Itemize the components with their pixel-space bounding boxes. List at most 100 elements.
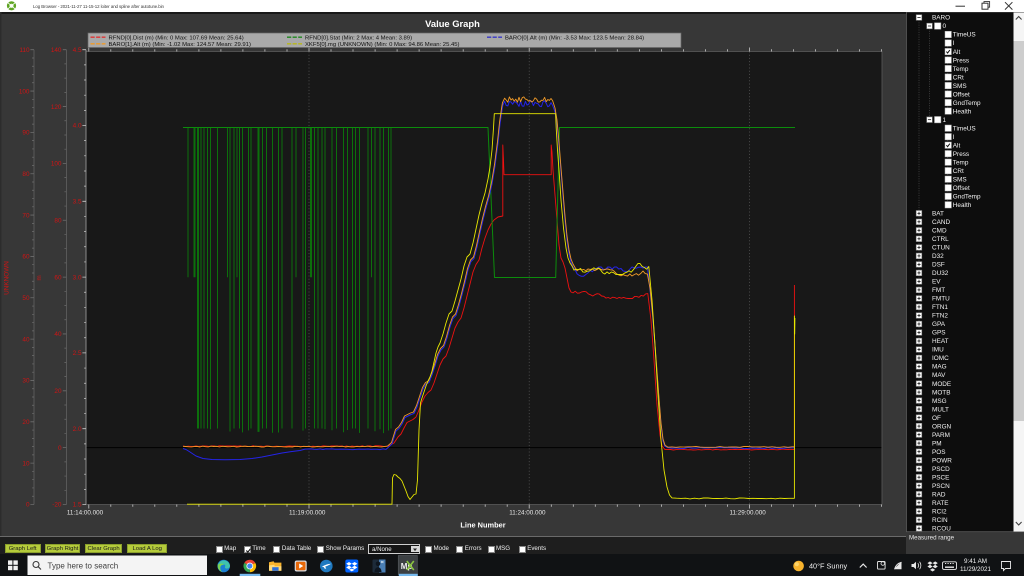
svg-text:CAND: CAND [932, 219, 950, 226]
svg-text:FTN2: FTN2 [932, 313, 948, 320]
svg-text:100: 100 [51, 161, 62, 168]
svg-text:MSG: MSG [932, 398, 947, 405]
svg-text:m: m [36, 275, 43, 280]
svg-text:Type here to search: Type here to search [48, 561, 119, 570]
svg-text:Temp: Temp [953, 159, 969, 166]
svg-text:0: 0 [26, 502, 30, 509]
svg-text:Health: Health [953, 202, 972, 209]
svg-text:BARO: BARO [932, 15, 950, 22]
svg-text:MAV: MAV [932, 372, 946, 379]
svg-text:PSCE: PSCE [932, 474, 949, 481]
svg-text:CTRL: CTRL [932, 236, 949, 243]
svg-text:11:24:00.000: 11:24:00.000 [509, 510, 546, 517]
svg-text:40: 40 [54, 331, 62, 338]
svg-text:FTN1: FTN1 [932, 304, 948, 311]
svg-text:PSCD: PSCD [932, 466, 950, 473]
svg-text:CRt: CRt [953, 168, 964, 175]
svg-text:9:41 AM: 9:41 AM [964, 558, 987, 565]
svg-text:EV: EV [932, 279, 941, 286]
svg-text:MULT: MULT [932, 406, 949, 413]
svg-text:40°F Sunny: 40°F Sunny [809, 562, 848, 571]
svg-text:120: 120 [51, 104, 62, 111]
svg-text:11:29:00.000: 11:29:00.000 [729, 510, 766, 517]
svg-text:RCOU: RCOU [932, 526, 951, 533]
svg-text:Alt: Alt [953, 49, 961, 56]
svg-text:SMS: SMS [953, 83, 967, 90]
svg-text:DU32: DU32 [932, 270, 949, 277]
svg-text:-20: -20 [52, 502, 62, 509]
svg-text:HEAT: HEAT [932, 338, 949, 345]
svg-text:80: 80 [54, 217, 62, 224]
svg-text:RFND[0].Stat (Min: 2 Max: 4 Me: RFND[0].Stat (Min: 2 Max: 4 Mean: 3.89) [305, 35, 412, 41]
svg-text:50: 50 [22, 295, 30, 302]
svg-text:PM: PM [932, 440, 942, 447]
svg-text:GPS: GPS [932, 330, 946, 337]
svg-text:RCI2: RCI2 [932, 509, 947, 516]
svg-text:POWR: POWR [932, 457, 952, 464]
svg-text:GndTemp: GndTemp [953, 100, 981, 107]
svg-text:D32: D32 [932, 253, 944, 260]
svg-text:Log Browser - 2021-11-27 11-15: Log Browser - 2021-11-27 11-15-12 loiter… [33, 4, 165, 9]
svg-text:I: I [953, 134, 955, 141]
svg-text:SMS: SMS [953, 176, 967, 183]
svg-text:11/29/2021: 11/29/2021 [960, 566, 992, 573]
svg-text:Press: Press [953, 151, 969, 158]
svg-text:PARM: PARM [932, 432, 950, 439]
svg-text:Value Graph: Value Graph [425, 18, 480, 29]
svg-text:2.0: 2.0 [73, 426, 82, 433]
svg-text:100: 100 [19, 88, 30, 95]
svg-text:70: 70 [22, 212, 30, 219]
svg-text:110: 110 [19, 47, 30, 54]
svg-text:ORGN: ORGN [932, 423, 952, 430]
svg-text:FMTU: FMTU [932, 296, 950, 303]
svg-text:20: 20 [54, 388, 62, 395]
svg-text:TimeUS: TimeUS [953, 32, 976, 39]
svg-text:BARO[0].Alt (m) (Min: -3.53 Ma: BARO[0].Alt (m) (Min: -3.53 Max: 123.5 M… [505, 35, 644, 41]
svg-text:XKF5[0].mg (UNKNOWN) (Min: 0 M: XKF5[0].mg (UNKNOWN) (Min: 0 Max: 94.86 … [305, 42, 460, 48]
svg-text:1: 1 [943, 117, 947, 124]
svg-text:Offset: Offset [953, 91, 970, 98]
svg-text:80: 80 [22, 171, 30, 178]
svg-text:0: 0 [943, 23, 947, 30]
svg-text:RCIN: RCIN [932, 517, 948, 524]
svg-text:UNKNOWN: UNKNOWN [4, 261, 11, 295]
svg-text:Alt: Alt [953, 142, 961, 149]
svg-text:BARO[1].Alt (m) (Min: -1.02 Ma: BARO[1].Alt (m) (Min: -1.02 Max: 124.57 … [109, 42, 251, 48]
svg-text:11:14:00.000: 11:14:00.000 [67, 510, 104, 517]
svg-text:IMU: IMU [932, 347, 944, 354]
svg-text:140: 140 [51, 47, 62, 54]
svg-text:MAG: MAG [932, 364, 947, 371]
svg-text:IOMC: IOMC [932, 355, 949, 362]
svg-text:TimeUS: TimeUS [953, 125, 976, 132]
svg-text:Health: Health [953, 108, 972, 115]
svg-text:Line Number: Line Number [460, 521, 505, 530]
svg-text:OF: OF [932, 415, 941, 422]
svg-text:FMT: FMT [932, 287, 945, 294]
svg-text:20: 20 [22, 419, 30, 426]
svg-text:1.5: 1.5 [73, 502, 82, 509]
svg-text:90: 90 [22, 130, 30, 137]
svg-text:RFND[0].Dist (m) (Min: 0 Max:: RFND[0].Dist (m) (Min: 0 Max: 107.69 Mea… [109, 35, 244, 41]
svg-text:CMD: CMD [932, 228, 947, 235]
svg-text:2.5: 2.5 [73, 350, 82, 357]
svg-text:3.0: 3.0 [73, 274, 82, 281]
svg-text:Offset: Offset [953, 185, 970, 192]
svg-text:11:19:00.000: 11:19:00.000 [289, 510, 326, 517]
svg-text:PSCN: PSCN [932, 483, 950, 490]
svg-text:4.5: 4.5 [73, 47, 82, 54]
svg-text:Temp: Temp [953, 66, 969, 73]
svg-text:0: 0 [58, 445, 62, 452]
svg-text:GndTemp: GndTemp [953, 194, 981, 201]
svg-text:CRt: CRt [953, 74, 964, 81]
svg-text:40: 40 [22, 336, 30, 343]
svg-text:DSF: DSF [932, 262, 945, 269]
svg-text:POS: POS [932, 449, 946, 456]
svg-text:CTUN: CTUN [932, 245, 950, 252]
svg-text:RATE: RATE [932, 500, 949, 507]
svg-text:BAT: BAT [932, 211, 944, 218]
svg-text:MOTB: MOTB [932, 389, 950, 396]
svg-text:3.5: 3.5 [73, 199, 82, 206]
svg-text:RAD: RAD [932, 491, 946, 498]
svg-text:GPA: GPA [932, 321, 946, 328]
svg-text:Measured range: Measured range [909, 535, 955, 542]
